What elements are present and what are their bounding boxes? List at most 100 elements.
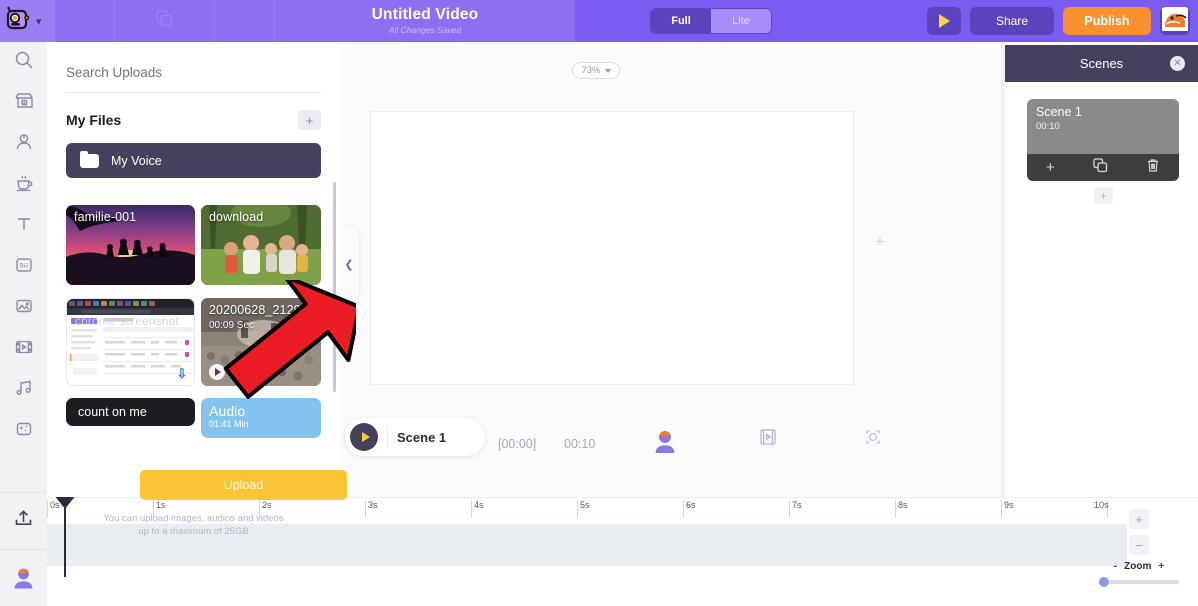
rail-item-props[interactable] [0, 165, 47, 206]
chevron-left-icon: ❮ [344, 259, 354, 271]
upload-thumb-label: Audio [209, 403, 246, 420]
folder-icon [80, 150, 99, 168]
zoom-label-row: - Zoom + [1094, 561, 1184, 572]
zoom-slider[interactable] [1099, 577, 1179, 587]
upload-button[interactable]: Upload [140, 470, 347, 500]
character-avatar-icon [650, 431, 680, 461]
play-icon[interactable] [209, 363, 225, 380]
timeline-zoom-out-button[interactable]: − [1129, 535, 1149, 555]
play-icon [938, 14, 950, 28]
upload-hint: You can upload images, audios and videos… [66, 512, 321, 538]
chip-divider [387, 426, 388, 448]
rail-item-scenes[interactable] [0, 83, 47, 124]
share-button[interactable]: Share [970, 7, 1054, 35]
chevron-down-icon[interactable]: ▾ [36, 15, 42, 28]
timeline-zoom-in-button[interactable]: + [1129, 509, 1149, 529]
toolbar-media-button[interactable] [758, 427, 778, 452]
upload-hint-line-1: You can upload images, audios and videos [103, 513, 284, 524]
upload-thumb-label: count on me [78, 405, 147, 420]
uploads-scrollbar[interactable] [333, 182, 336, 392]
zoom-decrease-label[interactable]: - [1114, 561, 1117, 572]
ruler-label: 5s [580, 500, 590, 510]
publish-button[interactable]: Publish [1063, 7, 1151, 35]
canvas-zoom-control[interactable]: 73% [572, 62, 620, 79]
canvas-add-button[interactable]: + [875, 232, 885, 252]
project-title-block[interactable]: Untitled Video All Changes Saved [275, 0, 575, 42]
svg-text:BG: BG [19, 263, 28, 269]
upload-thumb-audio[interactable]: Audio 01:41 Min [201, 398, 321, 439]
rail-item-videos[interactable] [0, 329, 47, 370]
ruler-tick [365, 500, 366, 518]
upload-thumb-label: chrome screenshot [75, 313, 179, 328]
close-icon[interactable]: ✕ [1170, 56, 1185, 71]
upload-thumb-label: familie-001 [74, 210, 137, 224]
toolbar-character-button[interactable] [650, 427, 680, 462]
header-segment-1 [55, 0, 115, 42]
scene-card-duration: 00:10 [1036, 121, 1060, 132]
ruler-label: 8s [898, 500, 908, 510]
rail-item-music[interactable] [0, 370, 47, 411]
account-avatar-button[interactable] [1160, 7, 1190, 35]
zoom-label: Zoom [1124, 561, 1152, 572]
header-spacer-left: Full Lite [575, 0, 927, 42]
rail-user-avatar[interactable] [0, 550, 47, 606]
upload-thumb-download[interactable]: download [201, 205, 321, 285]
rail-item-effects[interactable] [0, 411, 47, 452]
ruler-label: 1s [156, 500, 166, 510]
rail-item-text[interactable] [0, 206, 47, 247]
app-logo-cell[interactable]: ▾ [0, 0, 55, 42]
plus-icon: + [1099, 188, 1107, 203]
zoom-slider-knob[interactable] [1099, 577, 1109, 587]
rail-item-images[interactable] [0, 288, 47, 329]
scene-card[interactable]: Scene 1 00:10 + [1027, 99, 1179, 181]
rail-bottom-group [0, 492, 47, 606]
plus-icon[interactable]: + [1046, 159, 1055, 176]
search-icon [14, 50, 34, 75]
uploads-panel: My Files + My Voice familie-001 [47, 42, 347, 537]
video-stage[interactable] [370, 111, 854, 385]
ruler-label: 9s [1004, 500, 1014, 510]
upload-thumb-label: 20200628_212934 [209, 302, 315, 317]
ruler-tick [895, 500, 896, 518]
mode-toggle-lite[interactable]: Lite [711, 9, 771, 33]
header-duplicate-button[interactable] [115, 0, 215, 42]
character-icon [14, 132, 34, 157]
video-icon [14, 337, 34, 362]
mode-toggle-full[interactable]: Full [651, 9, 711, 33]
folder-item-my-voice[interactable]: My Voice [66, 143, 321, 178]
upload-thumb-familie[interactable]: familie-001 [66, 205, 195, 285]
ruler-label: 3s [368, 500, 378, 510]
upload-thumb-video[interactable]: 20200628_212934 00:09 Sec [201, 297, 321, 386]
scene-card-title: Scene 1 [1036, 105, 1082, 119]
scene-play-button[interactable] [350, 423, 378, 451]
mode-toggle[interactable]: Full Lite [650, 8, 772, 34]
upload-thumb-count-on-me[interactable]: count on me [66, 398, 195, 427]
add-scene-button[interactable]: + [1094, 187, 1113, 204]
trash-icon[interactable] [1146, 158, 1160, 178]
search-input[interactable] [66, 65, 321, 80]
preview-play-button[interactable] [927, 7, 961, 35]
upload-thumb-chrome-screenshot[interactable]: chrome screenshot ⇩ [66, 297, 195, 386]
scenes-panel: Scenes ✕ Scene 1 00:10 + + [1005, 45, 1198, 497]
ruler-tick [789, 500, 790, 518]
image-icon [14, 296, 34, 321]
rail-item-search[interactable] [0, 42, 47, 83]
rail-item-background[interactable]: BG [0, 247, 47, 288]
rail-item-characters[interactable] [0, 124, 47, 165]
ruler-tick [47, 500, 48, 518]
playhead-handle[interactable] [54, 495, 76, 509]
scene-card-preview[interactable]: Scene 1 00:10 [1027, 99, 1179, 154]
mascot-avatar-icon [1162, 7, 1188, 35]
scene-chip[interactable]: Scene 1 [345, 418, 485, 456]
duplicate-icon[interactable] [1093, 157, 1108, 178]
my-files-title: My Files [66, 112, 122, 128]
rail-item-upload[interactable] [0, 493, 47, 549]
clapperboard-icon [14, 91, 34, 116]
chevron-down-icon[interactable] [604, 68, 611, 73]
add-folder-button[interactable]: + [298, 110, 321, 130]
header-segment-3 [215, 0, 275, 42]
zoom-increase-label[interactable]: + [1158, 561, 1164, 572]
toolbar-transition-button[interactable] [863, 427, 883, 452]
collapse-panel-button[interactable]: ❮ [340, 227, 358, 302]
props-coffee-icon [14, 173, 34, 198]
